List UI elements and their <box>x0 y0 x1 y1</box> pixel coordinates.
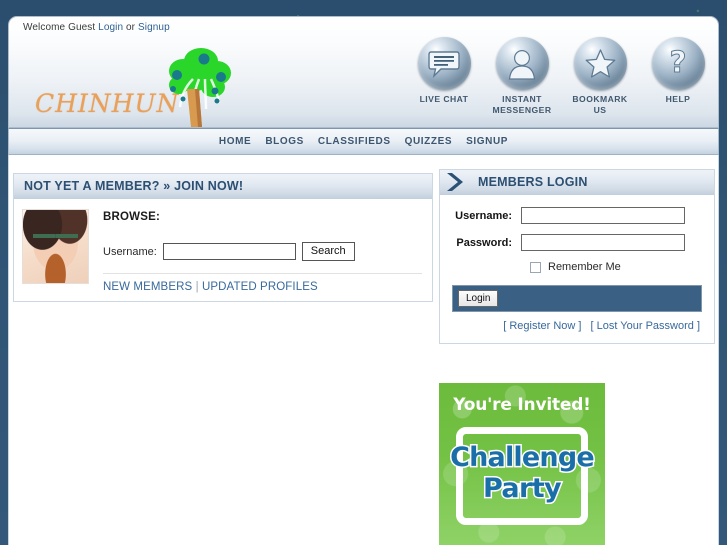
login-username-label: Username: <box>455 209 512 222</box>
site-logo[interactable]: CHINHUN <box>27 45 242 127</box>
new-members-link[interactable]: NEW MEMBERS <box>103 281 192 293</box>
browse-username-label: Username: <box>103 245 157 258</box>
join-now-panel: NOT YET A MEMBER? » JOIN NOW! BROWSE: Us… <box>13 173 433 302</box>
help-button[interactable]: ? HELP <box>644 37 712 105</box>
login-action-bar: Login <box>452 285 702 312</box>
remember-me-checkbox[interactable] <box>530 261 541 273</box>
person-icon <box>495 37 549 90</box>
divider <box>103 273 422 274</box>
members-login-title: MEMBERS LOGIN <box>478 175 588 189</box>
chat-bubble-icon <box>417 37 471 90</box>
promo-party-text: Party <box>481 473 563 504</box>
login-username-row: Username: <box>452 207 702 224</box>
live-chat-button[interactable]: LIVE CHAT <box>410 37 478 105</box>
nav-item-classifieds[interactable]: CLASSIFIEDS <box>318 136 391 147</box>
or-text: or <box>126 22 136 33</box>
updated-profiles-link[interactable]: UPDATED PROFILES <box>202 281 318 293</box>
promo-challenge-text: Challenge <box>449 442 597 473</box>
welcome-text: Welcome Guest <box>23 22 96 33</box>
star-icon <box>573 37 627 90</box>
instant-messenger-label: INSTANT MESSENGER <box>492 94 552 115</box>
join-now-header: NOT YET A MEMBER? » JOIN NOW! <box>14 174 432 199</box>
live-chat-label: LIVE CHAT <box>419 94 469 104</box>
nav-item-blogs[interactable]: BLOGS <box>265 136 304 147</box>
member-photo <box>22 209 89 284</box>
browse-search-row: Username: Search <box>103 242 422 261</box>
members-login-header: MEMBERS LOGIN <box>440 170 714 195</box>
nav-item-signup[interactable]: SIGNUP <box>466 136 508 147</box>
tree-icon <box>169 48 231 127</box>
search-button[interactable]: Search <box>301 242 355 261</box>
svg-text:?: ? <box>670 47 687 79</box>
bookmark-us-button[interactable]: BOOKMARK US <box>566 37 634 116</box>
login-button[interactable]: Login <box>458 290 499 307</box>
login-link[interactable]: Login <box>98 22 123 33</box>
welcome-bar: Welcome Guest Login or Signup <box>23 22 170 33</box>
chevron-right-icon <box>444 171 470 193</box>
main-content: NOT YET A MEMBER? » JOIN NOW! BROWSE: Us… <box>8 155 719 545</box>
header-icon-bar: LIVE CHAT INSTANT MESSENGER BOOKMARK US <box>410 37 712 116</box>
members-login-panel: MEMBERS LOGIN Username: Password: Rememb… <box>439 169 715 344</box>
lost-password-link[interactable]: [ Lost Your Password ] <box>591 320 700 332</box>
login-username-input[interactable] <box>521 207 685 224</box>
browse-label: BROWSE: <box>103 211 160 223</box>
remember-me-label: Remember Me <box>548 261 621 273</box>
browse-column: BROWSE: Username: Search NEW MEMBERS | U… <box>103 209 422 293</box>
login-footer-links: [ Register Now ] [ Lost Your Password ] <box>452 312 702 337</box>
instant-messenger-button[interactable]: INSTANT MESSENGER <box>488 37 556 116</box>
browse-username-input[interactable] <box>162 243 296 260</box>
bookmark-us-label: BOOKMARK US <box>572 94 628 115</box>
signup-link[interactable]: Signup <box>138 22 170 33</box>
question-mark-icon: ? <box>651 37 705 90</box>
join-now-body: BROWSE: Username: Search NEW MEMBERS | U… <box>14 199 432 301</box>
register-now-link[interactable]: [ Register Now ] <box>503 320 581 332</box>
nav-item-home[interactable]: HOME <box>219 136 251 147</box>
join-now-title: NOT YET A MEMBER? » JOIN NOW! <box>24 179 244 193</box>
profile-links: NEW MEMBERS | UPDATED PROFILES <box>103 281 422 293</box>
site-header: Welcome Guest Login or Signup CHINHUN LI… <box>8 16 719 128</box>
challenge-party-banner[interactable]: You're Invited! Challenge Party <box>439 383 605 545</box>
login-password-row: Password: <box>452 234 702 251</box>
login-password-input[interactable] <box>521 234 685 251</box>
members-login-body: Username: Password: Remember Me Login [ … <box>440 195 714 343</box>
link-separator: | <box>195 281 199 293</box>
remember-me-row: Remember Me <box>452 261 702 273</box>
promo-invited-text: You're Invited! <box>453 395 591 415</box>
login-password-label: Password: <box>456 236 512 249</box>
help-label: HELP <box>665 94 691 104</box>
main-navigation: HOME BLOGS CLASSIFIEDS QUIZZES SIGNUP <box>8 128 719 155</box>
nav-item-quizzes[interactable]: QUIZZES <box>405 136 453 147</box>
